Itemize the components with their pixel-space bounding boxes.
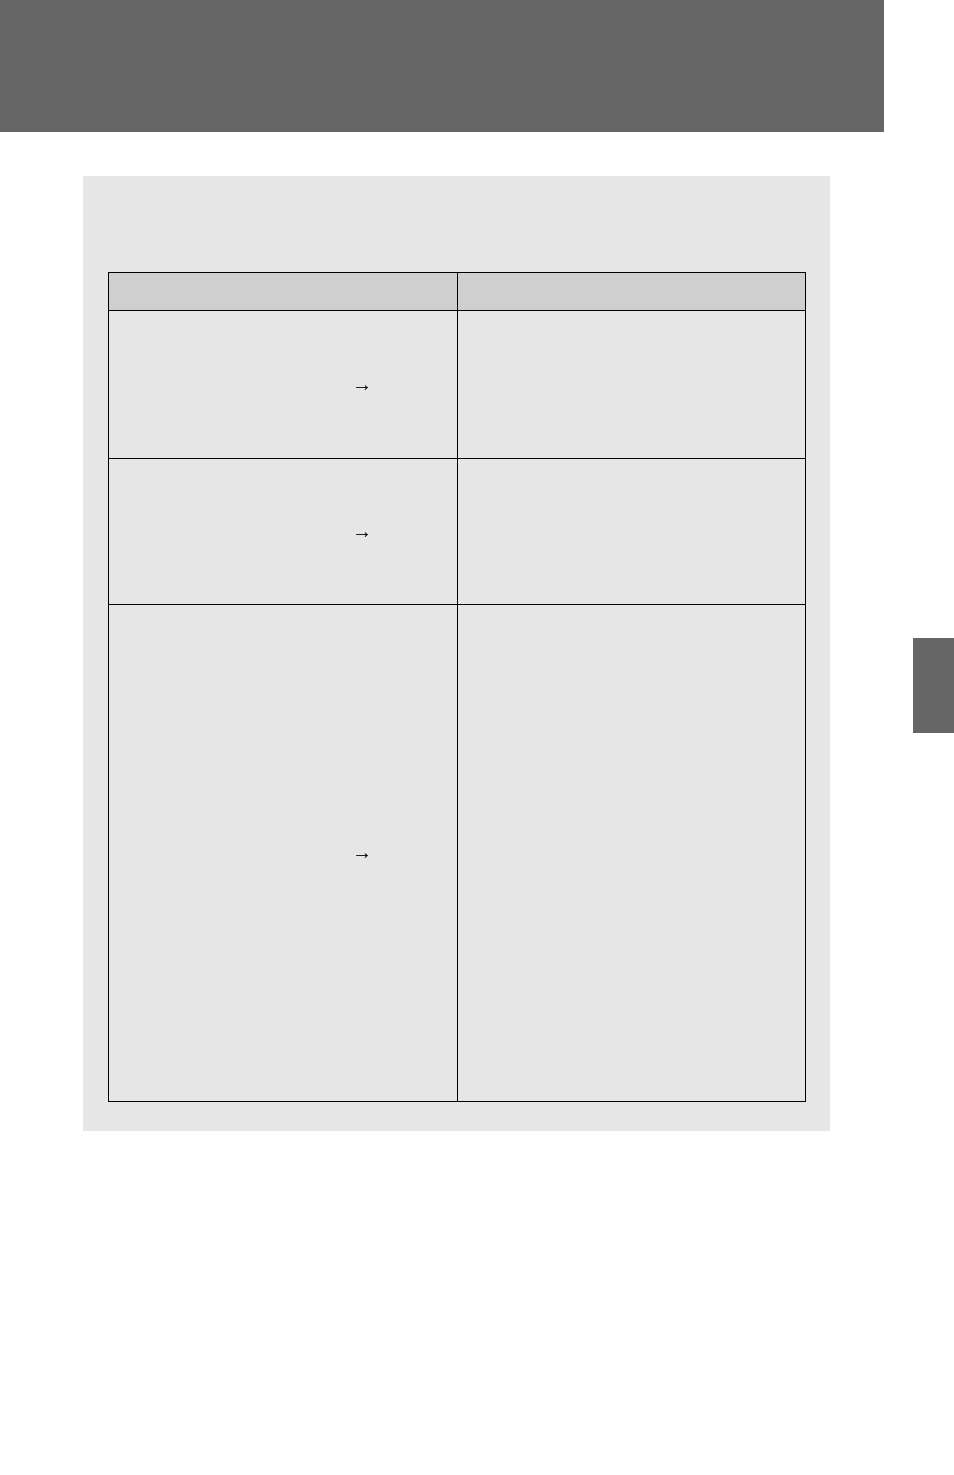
table-row: → <box>109 605 806 1102</box>
arrow-right-icon: → <box>352 522 372 542</box>
table-header-left <box>109 273 458 311</box>
table-header-row <box>109 273 806 311</box>
table-cell-right <box>457 459 806 605</box>
table-cell-right <box>457 605 806 1102</box>
content-table: → → <box>108 272 806 1102</box>
table-cell-right <box>457 311 806 459</box>
table-cell-left: → <box>109 459 458 605</box>
table-cell-left: → <box>109 311 458 459</box>
table-header-right <box>457 273 806 311</box>
content-panel: → → <box>83 176 830 1131</box>
table-cell-left: → <box>109 605 458 1102</box>
side-tab[interactable] <box>913 638 954 733</box>
table-row: → <box>109 311 806 459</box>
table-row: → <box>109 459 806 605</box>
arrow-right-icon: → <box>352 375 372 395</box>
top-header-band <box>0 0 884 132</box>
arrow-right-icon: → <box>352 843 372 863</box>
